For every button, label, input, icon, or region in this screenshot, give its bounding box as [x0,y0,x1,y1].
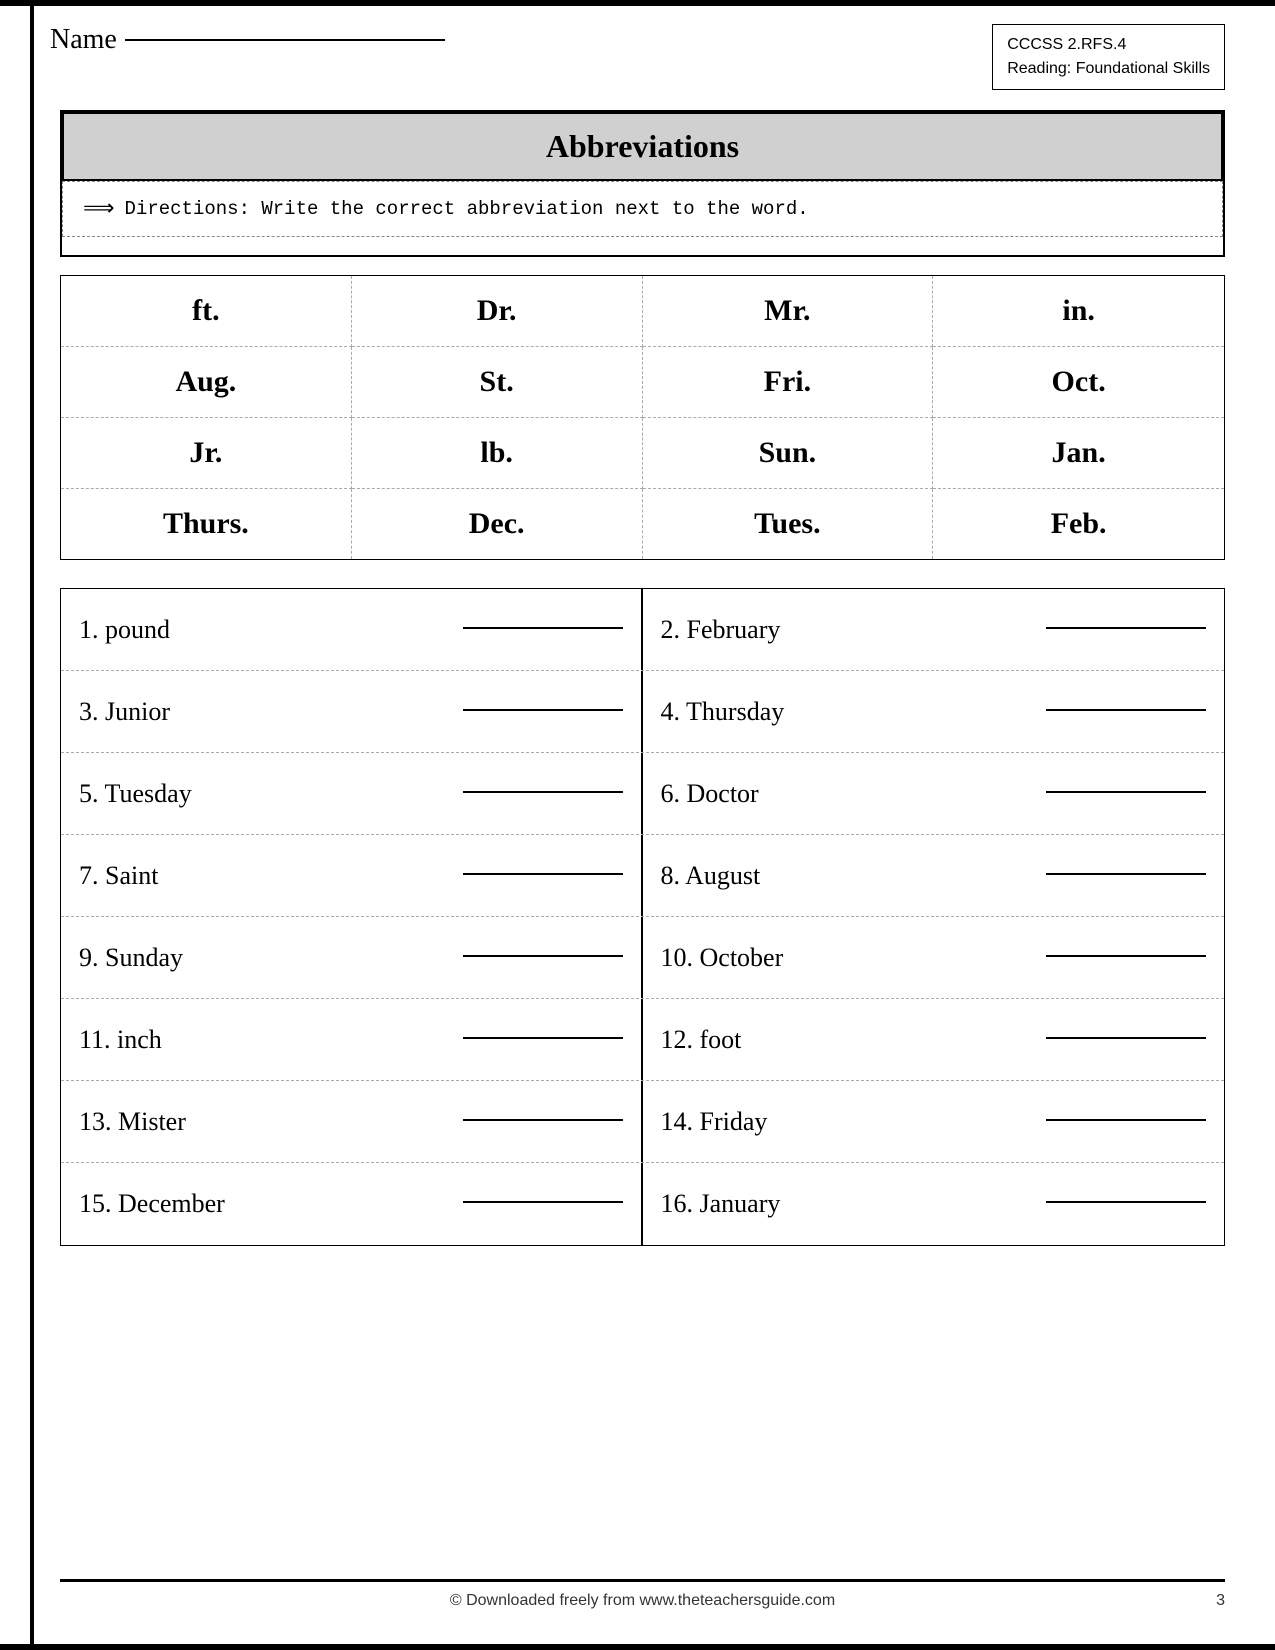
exercise-left-word: 3. Junior [79,697,453,727]
exercise-left-word: 9. Sunday [79,943,453,973]
abbrev-cell: Dec. [352,489,643,559]
answer-line-right [1046,791,1206,793]
exercise-right: 8. August [643,835,1225,916]
abbrev-cell: in. [933,276,1224,347]
exercise-right-word: 2. February [661,615,1037,645]
answer-line-left [463,791,623,793]
exercise-right: 12. foot [643,999,1225,1080]
header: Name CCCSS 2.RFS.4 Reading: Foundational… [0,6,1275,100]
exercise-right: 16. January [643,1163,1225,1245]
abbrev-cell: Thurs. [61,489,352,559]
answer-line-right [1046,955,1206,957]
exercise-row: 11. inch 12. foot [61,999,1224,1081]
answer-line-left [463,1119,623,1121]
exercise-row: 5. Tuesday 6. Doctor [61,753,1224,835]
abbrev-cell: Sun. [643,418,934,489]
exercise-right-word: 12. foot [661,1025,1037,1055]
abbrev-cell: Feb. [933,489,1224,559]
exercise-left: 5. Tuesday [61,753,643,834]
exercise-right-word: 6. Doctor [661,779,1037,809]
answer-line-right [1046,873,1206,875]
exercise-left-word: 11. inch [79,1025,453,1055]
exercise-left: 15. December [61,1163,643,1245]
exercise-container: 1. pound 2. February 3. Junior 4. Thursd… [60,588,1225,1246]
answer-line-right [1046,709,1206,711]
exercise-row: 13. Mister 14. Friday [61,1081,1224,1163]
footer: © Downloaded freely from www.theteachers… [60,1579,1225,1610]
directions-text: Directions: Write the correct abbreviati… [125,198,809,220]
answer-line-left [463,709,623,711]
exercise-row: 9. Sunday 10. October [61,917,1224,999]
exercise-right: 2. February [643,589,1225,670]
exercise-right-word: 8. August [661,861,1037,891]
exercise-left-word: 5. Tuesday [79,779,453,809]
standards-line1: CCCSS 2.RFS.4 [1007,33,1210,57]
bottom-border [0,1644,1275,1650]
exercise-row: 1. pound 2. February [61,589,1224,671]
exercise-row: 15. December 16. January [61,1163,1224,1245]
exercise-right-word: 4. Thursday [661,697,1037,727]
exercise-right-word: 10. October [661,943,1037,973]
exercise-right-word: 14. Friday [661,1107,1037,1137]
abbrev-cell: Jr. [61,418,352,489]
exercise-right: 6. Doctor [643,753,1225,834]
exercise-left-word: 13. Mister [79,1107,453,1137]
standards-box: CCCSS 2.RFS.4 Reading: Foundational Skil… [992,24,1225,90]
abbrev-cell: lb. [352,418,643,489]
footer-text: © Downloaded freely from www.theteachers… [450,1592,835,1610]
abbrev-cell: Oct. [933,347,1224,418]
abbrev-cell: Jan. [933,418,1224,489]
exercise-left: 13. Mister [61,1081,643,1162]
exercise-left: 9. Sunday [61,917,643,998]
title-directions-container: Abbreviations ⟹ Directions: Write the co… [60,110,1225,257]
exercise-row: 3. Junior 4. Thursday [61,671,1224,753]
name-label: Name [50,24,117,56]
page-number: 3 [1216,1592,1225,1610]
exercise-left: 1. pound [61,589,643,670]
abbrev-cell: Aug. [61,347,352,418]
exercise-right: 14. Friday [643,1081,1225,1162]
answer-line-right [1046,1037,1206,1039]
exercise-left-word: 15. December [79,1189,453,1219]
exercise-left-word: 1. pound [79,615,453,645]
directions-box: ⟹ Directions: Write the correct abbrevia… [62,181,1223,237]
answer-line-left [463,1037,623,1039]
abbrev-cell: Dr. [352,276,643,347]
exercise-right-word: 16. January [661,1189,1037,1219]
answer-line-right [1046,1119,1206,1121]
abbrev-cell: Fri. [643,347,934,418]
exercise-left-word: 7. Saint [79,861,453,891]
name-underline [125,39,445,41]
arrow-icon: ⟹ [83,196,115,222]
abbrev-cell: Mr. [643,276,934,347]
main-content: Abbreviations ⟹ Directions: Write the co… [0,100,1275,1256]
exercise-left: 7. Saint [61,835,643,916]
answer-line-left [463,1201,623,1203]
answer-line-left [463,955,623,957]
name-section: Name [50,24,445,56]
exercise-left: 11. inch [61,999,643,1080]
exercise-right: 4. Thursday [643,671,1225,752]
abbreviations-grid: ft.Dr.Mr.in. Aug.St.Fri.Oct. Jr.lb.Sun.Jan… [60,275,1225,560]
exercise-right: 10. October [643,917,1225,998]
exercise-row: 7. Saint 8. August [61,835,1224,917]
exercise-left: 3. Junior [61,671,643,752]
answer-line-left [463,627,623,629]
page: Name CCCSS 2.RFS.4 Reading: Foundational… [0,0,1275,1650]
standards-line2: Reading: Foundational Skills [1007,57,1210,81]
abbrev-cell: ft. [61,276,352,347]
answer-line-right [1046,627,1206,629]
answer-line-left [463,873,623,875]
abbrev-cell: Tues. [643,489,934,559]
abbrev-cell: St. [352,347,643,418]
title: Abbreviations [62,112,1223,181]
answer-line-right [1046,1201,1206,1203]
left-border [30,0,34,1650]
